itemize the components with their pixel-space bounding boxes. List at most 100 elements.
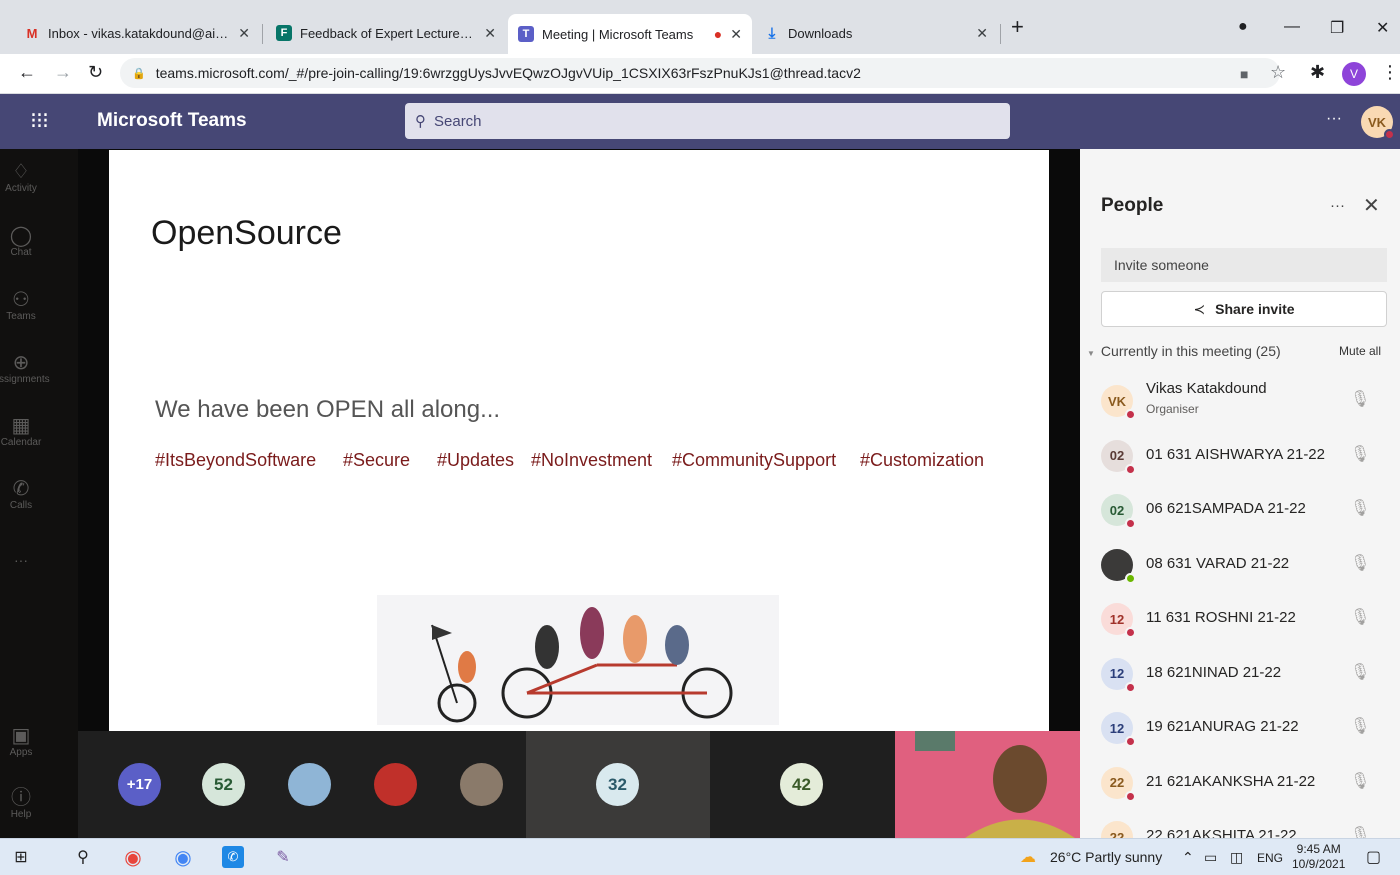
rail-apps[interactable]: ▣ Apps (0, 725, 78, 758)
bookmark-star-icon[interactable]: ☆ (1270, 62, 1286, 83)
battery-icon[interactable]: ▭ (1204, 849, 1217, 866)
close-icon[interactable]: ✕ (484, 25, 496, 42)
calendar-icon: ▦ (11, 415, 31, 437)
search-icon[interactable]: ⚲ (72, 846, 94, 868)
app-launcher-icon[interactable]: ⁝⁝⁝ (30, 108, 49, 134)
new-tab-button[interactable]: + (1011, 14, 1024, 40)
tab-gmail[interactable]: M Inbox - vikas.katakdound@aissm ✕ (14, 16, 260, 50)
windows-taskbar: ⊞ ⚲ ◉ ◉ ✆ ✎ ☁ 26°C Partly sunny ⌃ ▭ ◫ EN… (0, 838, 1400, 875)
mic-off-icon[interactable]: 🎙 (1350, 607, 1370, 627)
chrome-icon[interactable]: ◉ (122, 846, 144, 869)
status-dot (1384, 129, 1395, 140)
camera-icon[interactable]: ■ (1240, 66, 1248, 82)
invite-input[interactable]: Invite someone (1101, 248, 1387, 282)
tray-expand-icon[interactable]: ⌃ (1182, 849, 1194, 866)
extensions-icon[interactable]: ✱ (1310, 62, 1325, 83)
rail-assignments[interactable]: ⊕Assignments (0, 352, 78, 385)
windows-start-icon[interactable]: ⊞ (10, 846, 32, 868)
weather-text[interactable]: 26°C Partly sunny (1050, 849, 1162, 865)
close-icon[interactable]: ✕ (1363, 193, 1380, 218)
presence-dot (1125, 790, 1136, 802)
people-more-icon[interactable]: ··· (1330, 197, 1345, 214)
meeting-section-header[interactable]: ▼ Currently in this meeting (25) (1087, 343, 1281, 359)
shared-slide: OpenSource We have been OPEN all along..… (109, 150, 1049, 732)
slide-tag: #CommunitySupport (672, 450, 837, 470)
tab-feedback-form[interactable]: F Feedback of Expert Lecture on "L ✕ (266, 16, 506, 50)
participant-row[interactable]: 08 631 VARAD 21-22 🎙 (1080, 538, 1400, 592)
whatsapp-icon[interactable]: ✆ (222, 846, 244, 868)
mic-off-icon[interactable]: 🎙 (1350, 771, 1370, 791)
browser-tab-strip: M Inbox - vikas.katakdound@aissm ✕ F Fee… (0, 0, 1400, 60)
tab-downloads[interactable]: ⤓ Downloads ✕ (754, 16, 998, 50)
participant-row[interactable]: 02 06 621SAMPADA 21-22 🎙 (1080, 483, 1400, 537)
back-icon[interactable]: ← (18, 62, 36, 83)
slide-tag: #Secure (343, 450, 411, 470)
rail-calendar[interactable]: ▦ Calendar (0, 415, 78, 448)
window-close-icon[interactable]: ✕ (1376, 18, 1389, 38)
rail-help[interactable]: ⓘ Help (0, 787, 78, 820)
presence-dot (1125, 463, 1136, 475)
clock[interactable]: 9:45 AM 10/9/2021 (1292, 842, 1345, 872)
address-bar[interactable]: 🔒 teams.microsoft.com/_#/pre-join-callin… (120, 58, 1280, 88)
reload-icon[interactable]: ↻ (88, 62, 103, 83)
network-icon[interactable]: ◫ (1230, 849, 1243, 866)
avatar-initials: 02 (1109, 502, 1125, 518)
participant-photo-avatar[interactable] (374, 763, 417, 806)
mic-off-icon[interactable]: 🎙 (1350, 498, 1370, 518)
participant-tile-large[interactable]: 32 (526, 731, 710, 838)
presenter-video[interactable] (895, 731, 1080, 838)
language-indicator[interactable]: ENG (1257, 851, 1283, 865)
restore-icon[interactable]: ❐ (1330, 18, 1344, 38)
help-icon: ⓘ (11, 787, 31, 809)
rail-activity[interactable]: ♢ Activity (0, 161, 78, 194)
chrome-menu-icon[interactable]: ⋮ (1381, 62, 1399, 83)
mic-off-icon[interactable]: 🎙 (1350, 716, 1370, 736)
rail-label: Teams (6, 311, 36, 322)
participant-row[interactable]: 12 18 621NINAD 21-22 🎙 (1080, 647, 1400, 701)
mute-all-button[interactable]: Mute all (1339, 344, 1381, 358)
tab-search-icon[interactable]: ● (1238, 18, 1248, 36)
close-icon[interactable]: ✕ (976, 25, 988, 42)
mic-off-icon[interactable]: 🎙 (1350, 662, 1370, 682)
mic-off-icon[interactable]: 🎙 (1350, 389, 1370, 409)
mic-off-icon[interactable]: 🎙 (1350, 825, 1370, 838)
rail-teams[interactable]: ⚇ Teams (0, 289, 78, 322)
tab-title: Inbox - vikas.katakdound@aissm (48, 25, 231, 41)
backpack-icon: ⊕ (12, 352, 30, 374)
participant-row[interactable]: VK Vikas Katakdound Organiser 🎙 (1080, 374, 1400, 428)
participant-row[interactable]: 02 01 631 AISHWARYA 21-22 🎙 (1080, 429, 1400, 483)
forward-icon[interactable]: → (54, 62, 72, 83)
chrome-profile-icon[interactable]: ◉ (172, 846, 194, 869)
participant-photo-avatar[interactable] (460, 763, 503, 806)
search-input[interactable]: ⚲ Search (405, 103, 1010, 139)
rail-chat[interactable]: ◯ Chat (0, 225, 78, 258)
more-options-icon[interactable]: ··· (1326, 110, 1342, 128)
close-icon[interactable]: ✕ (730, 26, 742, 43)
participant-photo-avatar[interactable] (288, 763, 331, 806)
participant-tile[interactable]: 42 (780, 763, 823, 806)
url-text: teams.microsoft.com/_#/pre-join-calling/… (155, 65, 861, 81)
user-avatar[interactable]: VK (1361, 106, 1395, 140)
rail-more[interactable]: ··· (0, 549, 78, 571)
rail-calls[interactable]: ✆ Calls (0, 478, 78, 511)
overflow-participants-button[interactable]: +17 (118, 763, 161, 806)
notifications-icon[interactable]: ▢ (1366, 847, 1381, 867)
participant-name: 22 621AKSHITA 21-22 (1146, 827, 1297, 838)
paint-icon[interactable]: ✎ (272, 846, 294, 868)
participant-row[interactable]: 22 21 621AKANKSHA 21-22 🎙 (1080, 756, 1400, 810)
mic-off-icon[interactable]: 🎙 (1350, 444, 1370, 464)
presence-dot (1125, 627, 1136, 638)
mic-off-icon[interactable]: 🎙 (1350, 553, 1370, 573)
share-invite-button[interactable]: ≺ Share invite (1101, 291, 1387, 327)
participant-name: 18 621NINAD 21-22 (1146, 663, 1282, 681)
tab-teams-meeting[interactable]: T Meeting | Microsoft Teams ● ✕ (508, 14, 752, 54)
rail-label: Calendar (0, 437, 42, 448)
close-icon[interactable]: ✕ (238, 25, 250, 42)
minimize-icon[interactable]: — (1284, 18, 1300, 36)
participant-row[interactable]: 22 22 621AKSHITA 21-22 🎙 (1080, 810, 1400, 838)
participant-row[interactable]: 12 19 621ANURAG 21-22 🎙 (1080, 701, 1400, 755)
profile-avatar[interactable]: V (1342, 62, 1366, 86)
participant-row[interactable]: 12 11 631 ROSHNI 21-22 🎙 (1080, 592, 1400, 646)
participant-tile[interactable]: 52 (202, 763, 245, 806)
avatar-initials: 22 (1109, 775, 1125, 790)
